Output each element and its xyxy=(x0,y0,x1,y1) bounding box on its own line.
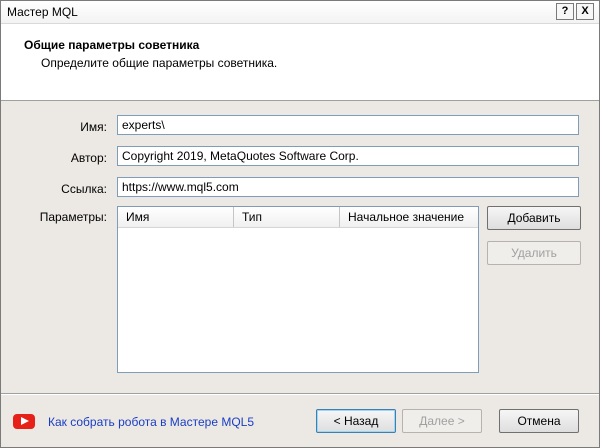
back-button[interactable]: < Назад xyxy=(316,409,396,433)
column-header-type[interactable]: Тип xyxy=(234,207,340,227)
params-label: Параметры: xyxy=(39,210,107,224)
next-button[interactable]: Далее > xyxy=(402,409,482,433)
name-field[interactable]: experts\ xyxy=(117,115,579,135)
help-video-link[interactable]: Как собрать робота в Мастере MQL5 xyxy=(48,415,254,429)
name-label: Имя: xyxy=(80,120,107,134)
link-field[interactable]: https://www.mql5.com xyxy=(117,177,579,197)
author-label: Автор: xyxy=(70,151,107,165)
params-list[interactable]: Имя Тип Начальное значение xyxy=(117,206,479,373)
params-list-header: Имя Тип Начальное значение xyxy=(118,207,478,228)
mql-wizard-window: Мастер MQL ? X Общие параметры советника… xyxy=(0,0,600,448)
title-bar[interactable]: Мастер MQL ? X xyxy=(1,1,599,24)
close-button[interactable]: X xyxy=(576,3,594,20)
wizard-header: Общие параметры советника Определите общ… xyxy=(1,24,599,101)
column-header-initial-value[interactable]: Начальное значение xyxy=(340,207,478,227)
youtube-play-icon[interactable] xyxy=(13,414,35,429)
cancel-button[interactable]: Отмена xyxy=(499,409,579,433)
page-subtitle: Определите общие параметры советника. xyxy=(41,56,278,70)
page-title: Общие параметры советника xyxy=(24,38,200,52)
link-label: Ссылка: xyxy=(61,182,107,196)
window-title: Мастер MQL xyxy=(7,5,78,19)
column-header-name[interactable]: Имя xyxy=(118,207,234,227)
remove-param-button[interactable]: Удалить xyxy=(487,241,581,265)
footer-divider xyxy=(1,393,599,395)
help-button[interactable]: ? xyxy=(556,3,574,20)
author-field[interactable]: Copyright 2019, MetaQuotes Software Corp… xyxy=(117,146,579,166)
add-param-button[interactable]: Добавить xyxy=(487,206,581,230)
